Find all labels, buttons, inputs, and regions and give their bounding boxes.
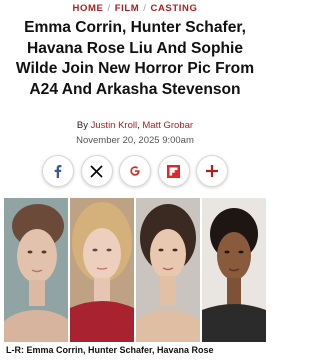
share-facebook-button[interactable]: [42, 155, 74, 187]
author-link-matt-grobar[interactable]: Matt Grobar: [142, 120, 193, 131]
share-buttons: [42, 155, 228, 187]
breadcrumb-separator: /: [143, 3, 147, 14]
cast-photo-collage: [4, 198, 266, 342]
x-icon: [90, 164, 103, 178]
google-icon: [130, 166, 140, 176]
portrait-image: [4, 198, 68, 342]
author-link-justin-kroll[interactable]: Justin Kroll: [91, 120, 137, 131]
share-x-button[interactable]: [80, 155, 113, 187]
byline: By Justin Kroll, Matt Grobar: [0, 120, 270, 131]
share-google-button[interactable]: [119, 155, 151, 187]
author-joiner: ,: [137, 120, 140, 131]
photo-caption: L-R: Emma Corrin, Hunter Schafer, Havana…: [6, 345, 214, 355]
photo-hunter-schafer: [70, 198, 134, 342]
breadcrumb: HOME / FILM / CASTING: [0, 3, 270, 14]
photo-emma-corrin: [4, 198, 68, 342]
publish-date: November 20, 2025 9:00am: [76, 135, 194, 146]
flipboard-icon: [167, 164, 180, 178]
portrait-image: [136, 198, 200, 342]
byline-prefix: By: [76, 120, 88, 131]
breadcrumb-film[interactable]: FILM: [115, 3, 140, 14]
portrait-image: [202, 198, 266, 342]
breadcrumb-casting[interactable]: CASTING: [151, 3, 198, 14]
portrait-image: [70, 198, 134, 342]
article-title: Emma Corrin, Hunter Schafer, Havana Rose…: [15, 19, 255, 98]
plus-icon: [206, 165, 218, 177]
share-flipboard-button[interactable]: [157, 155, 190, 187]
breadcrumb-home[interactable]: HOME: [73, 3, 104, 14]
breadcrumb-separator: /: [107, 3, 111, 14]
photo-havana-rose-liu: [136, 198, 200, 342]
facebook-icon: [54, 165, 62, 178]
photo-sophie-wilde: [202, 198, 266, 342]
share-more-button[interactable]: [196, 155, 228, 187]
